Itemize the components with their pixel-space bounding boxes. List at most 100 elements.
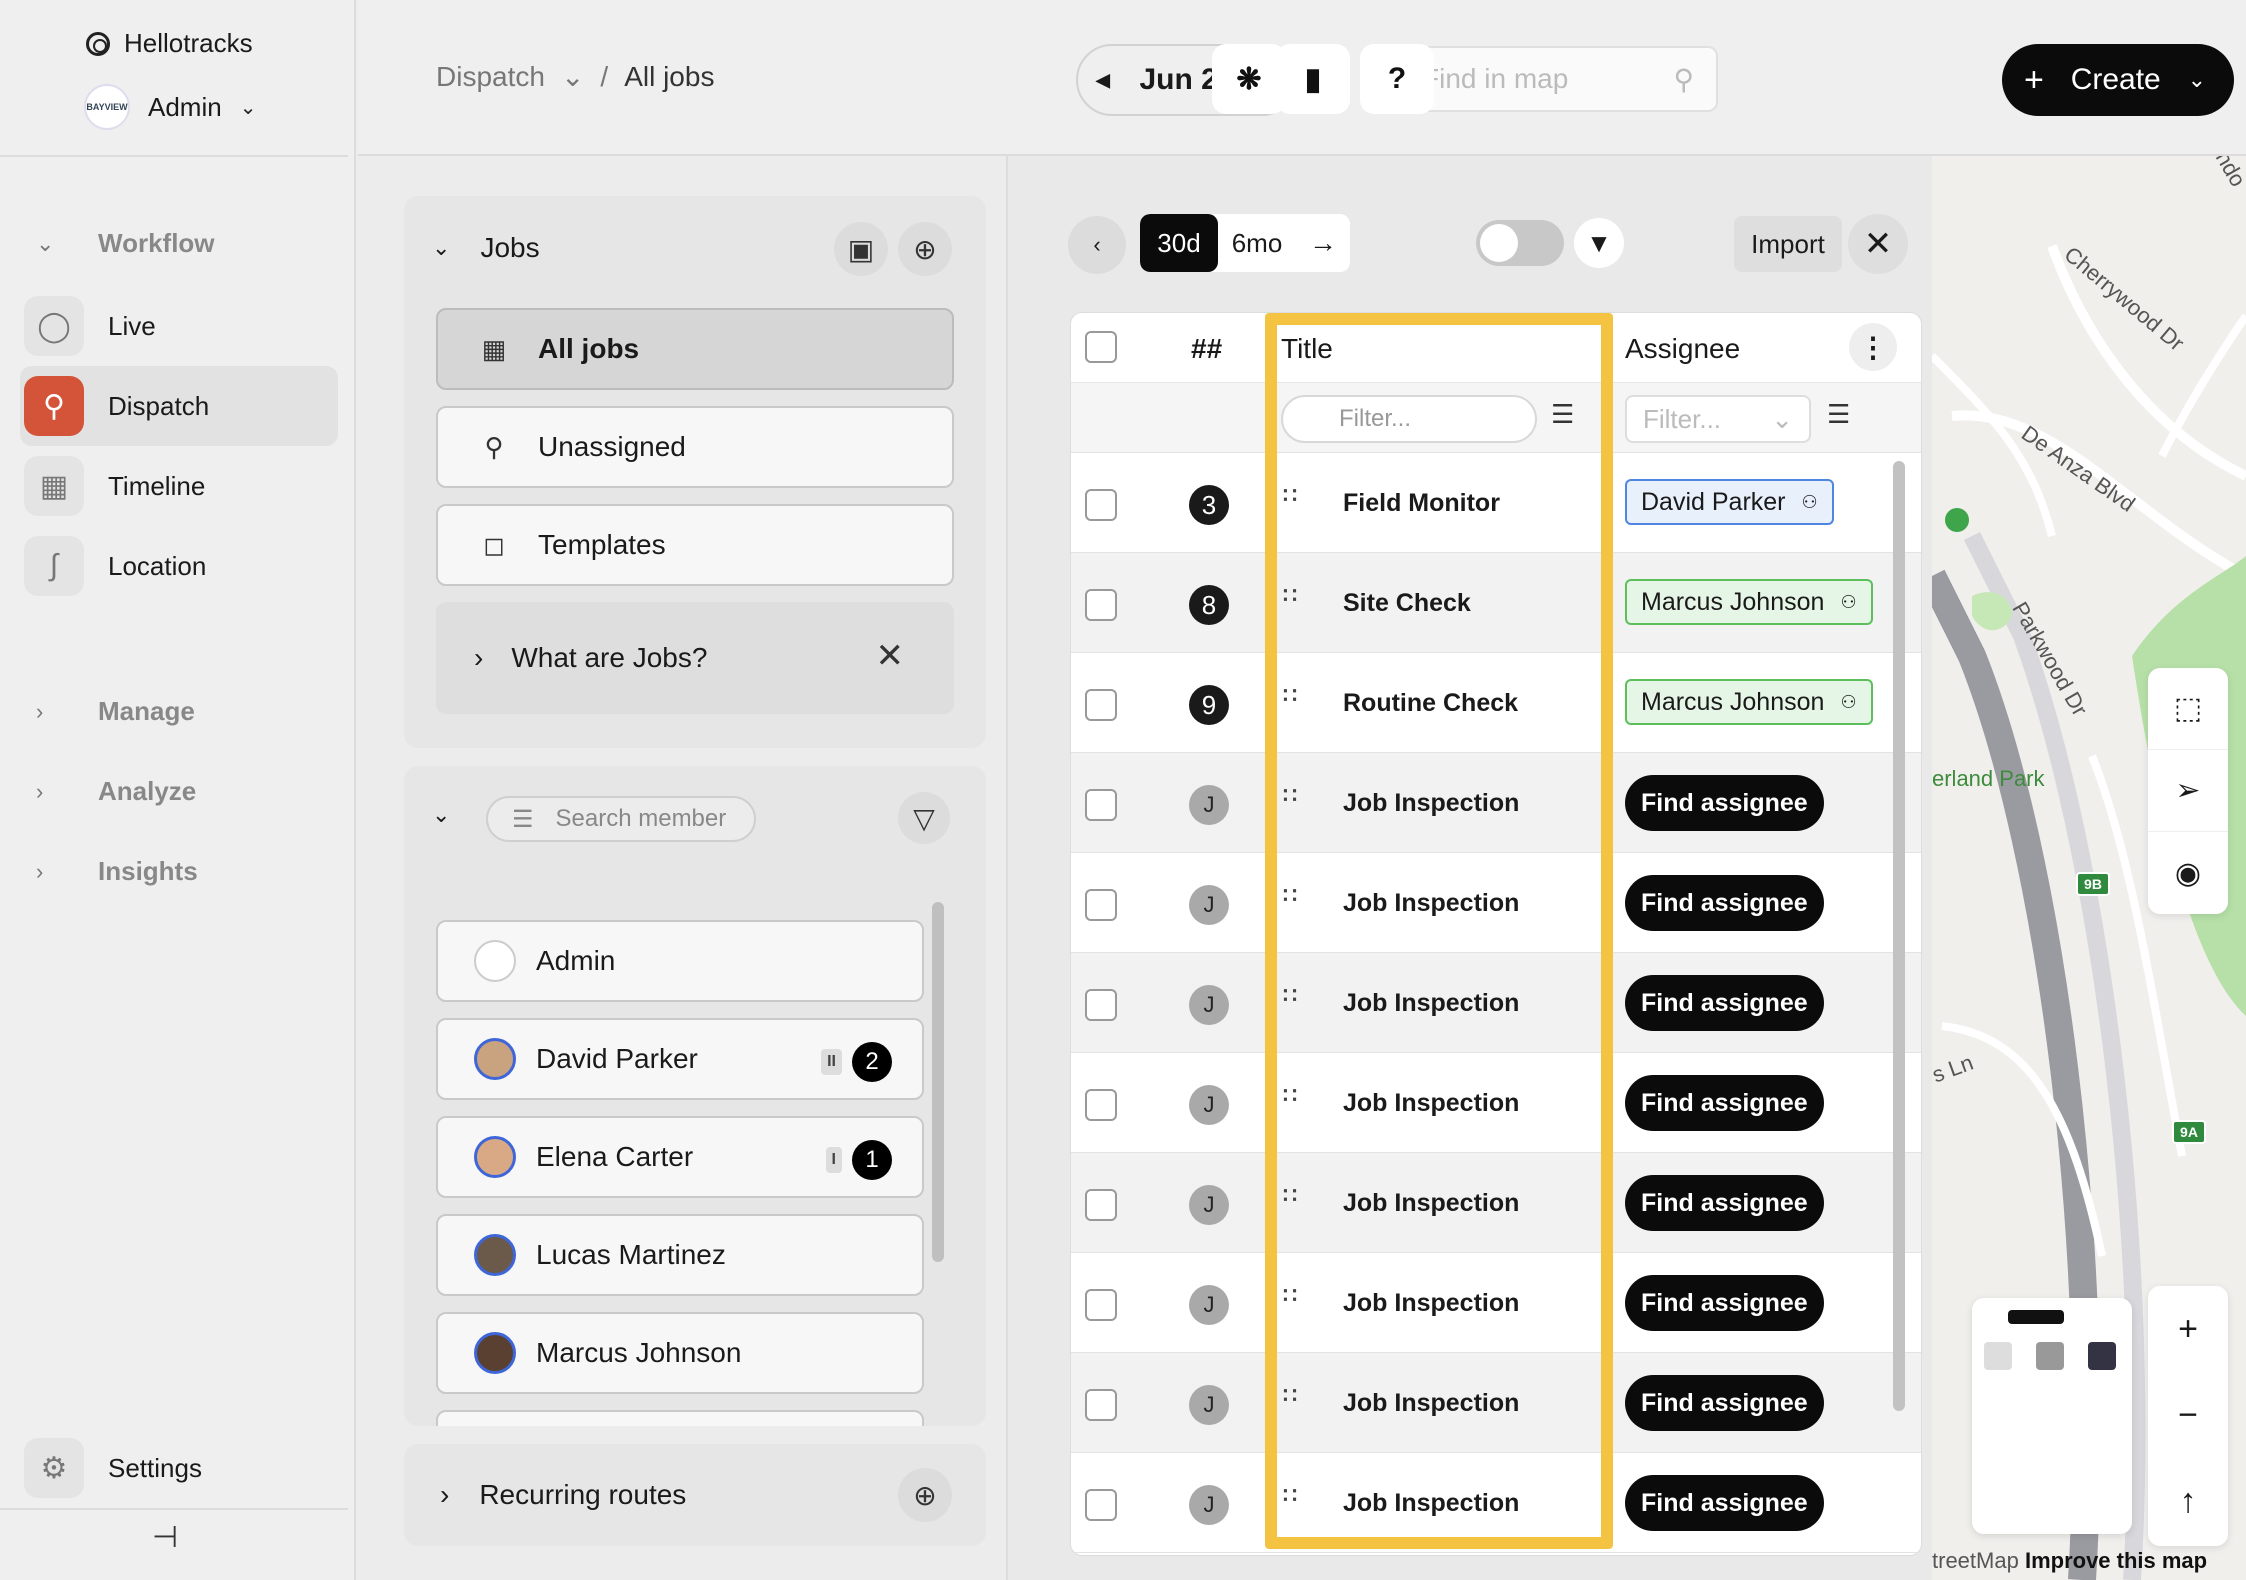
row-checkbox[interactable] <box>1085 489 1117 521</box>
add-recurring-route-button[interactable]: ⊕ <box>898 1468 952 1522</box>
collapse-left-button[interactable]: ‹ <box>1068 216 1126 274</box>
member-marcus-johnson[interactable]: Marcus Johnson <box>436 1312 924 1394</box>
assignee-filter-select[interactable]: Filter... ⌄ <box>1625 395 1811 443</box>
drag-handle-icon[interactable]: ∷ <box>1283 1083 1297 1109</box>
row-checkbox[interactable] <box>1085 689 1117 721</box>
previous-day-icon[interactable]: ◀ <box>1096 70 1110 91</box>
table-row[interactable]: J ∷ Job Inspection Find assignee <box>1071 1153 1921 1253</box>
member-list-scrollbar[interactable] <box>932 902 944 1262</box>
find-assignee-button[interactable]: Find assignee <box>1625 1075 1824 1131</box>
drag-handle-icon[interactable]: ∷ <box>1283 583 1297 609</box>
drag-handle-icon[interactable]: ∷ <box>1283 783 1297 809</box>
column-assignee[interactable]: Assignee <box>1625 333 1740 365</box>
eye-icon[interactable]: ◉ <box>2148 832 2228 914</box>
drag-handle-icon[interactable]: ∷ <box>1283 883 1297 909</box>
row-checkbox[interactable] <box>1085 589 1117 621</box>
pin-sidebar-icon[interactable]: ⊣ <box>152 1520 178 1555</box>
add-job-button[interactable]: ⊕ <box>898 222 952 276</box>
find-assignee-button[interactable]: Find assignee <box>1625 975 1824 1031</box>
section-analyze[interactable]: › Analyze <box>36 776 196 807</box>
assignee-tag[interactable]: David Parker ⚇ <box>1625 479 1834 525</box>
create-button[interactable]: + Create ⌄ <box>2002 44 2234 116</box>
column-number[interactable]: ## <box>1191 333 1222 365</box>
drag-handle-icon[interactable]: ∷ <box>1283 1283 1297 1309</box>
table-row[interactable]: 9 ∷ Routine Check Marcus Johnson ⚇ <box>1071 653 1921 753</box>
view-toggle[interactable] <box>1476 220 1564 266</box>
close-table-button[interactable]: ✕ <box>1848 214 1908 274</box>
improve-map-link[interactable]: Improve this map <box>2025 1548 2207 1573</box>
arrow-right-icon[interactable]: → <box>1296 214 1350 272</box>
find-assignee-button[interactable]: Find assignee <box>1625 1275 1824 1331</box>
member-admin[interactable]: Admin <box>436 920 924 1002</box>
drag-handle-icon[interactable]: ∷ <box>1283 1383 1297 1409</box>
sidebar-item-settings[interactable]: ⚙ Settings <box>20 1428 338 1508</box>
table-row[interactable]: J ∷ Job Inspection Find assignee <box>1071 753 1921 853</box>
table-row[interactable]: J ∷ Job Inspection Find assignee <box>1071 853 1921 953</box>
member-elena-carter[interactable]: Elena Carter I 1 <box>436 1116 924 1198</box>
import-button[interactable]: Import <box>1734 216 1842 272</box>
ai-assistant-button[interactable]: ❋ <box>1212 44 1286 114</box>
row-checkbox[interactable] <box>1085 1489 1117 1521</box>
account-switcher[interactable]: BAYVIEW Admin ⌄ <box>84 84 256 130</box>
scan-button[interactable]: ▣ <box>834 222 888 276</box>
drag-handle-icon[interactable]: ∷ <box>1283 983 1297 1009</box>
row-checkbox[interactable] <box>1085 1189 1117 1221</box>
messages-button[interactable]: ▮ <box>1276 44 1350 114</box>
find-assignee-button[interactable]: Find assignee <box>1625 1175 1824 1231</box>
table-row[interactable]: J ∷ Job Inspection Find assignee <box>1071 1453 1921 1553</box>
member-david-parker[interactable]: David Parker II 2 <box>436 1018 924 1100</box>
section-insights[interactable]: › Insights <box>36 856 198 887</box>
drag-handle-icon[interactable]: ∷ <box>1283 1483 1297 1509</box>
chevron-down-icon[interactable]: ⌄ <box>561 60 584 93</box>
range-30d[interactable]: 30d <box>1140 214 1218 272</box>
search-member-field[interactable]: ☰ Search member <box>486 796 756 842</box>
column-title[interactable]: Title <box>1281 333 1333 365</box>
find-assignee-button[interactable]: Find assignee <box>1625 775 1824 831</box>
drag-handle-icon[interactable]: ∷ <box>1283 1183 1297 1209</box>
table-scrollbar[interactable] <box>1893 461 1905 1411</box>
range-6mo[interactable]: 6mo <box>1218 214 1296 272</box>
table-row[interactable]: 3 ∷ Field Monitor David Parker ⚇ <box>1071 453 1921 553</box>
select-all-checkbox[interactable] <box>1085 331 1117 363</box>
filter-lines-icon[interactable]: ☰ <box>1827 399 1850 430</box>
add-pointer-icon[interactable]: ➢ <box>2148 750 2228 832</box>
compass-button[interactable]: ↑ <box>2148 1458 2228 1544</box>
section-workflow[interactable]: ⌄ Workflow <box>36 228 215 259</box>
find-assignee-button[interactable]: Find assignee <box>1625 875 1824 931</box>
all-jobs-button[interactable]: ▦ All jobs <box>436 308 954 390</box>
sidebar-item-dispatch[interactable]: ⚲ Dispatch <box>20 366 338 446</box>
member-filter-button[interactable]: ▽ <box>898 792 950 844</box>
row-checkbox[interactable] <box>1085 1289 1117 1321</box>
row-checkbox[interactable] <box>1085 989 1117 1021</box>
drag-handle-icon[interactable]: ∷ <box>1283 683 1297 709</box>
map[interactable]: Cherrywood Dr De Anza Blvd Parkwood Dr e… <box>1932 156 2246 1580</box>
row-checkbox[interactable] <box>1085 889 1117 921</box>
table-row[interactable]: J ∷ Job Inspection Find assignee <box>1071 953 1921 1053</box>
drag-handle-icon[interactable]: ∷ <box>1283 483 1297 509</box>
title-filter-input[interactable]: Filter... <box>1281 395 1537 443</box>
what-are-jobs-help[interactable]: › What are Jobs? ✕ <box>436 602 954 714</box>
map-layers-card[interactable] <box>1972 1298 2132 1534</box>
table-row[interactable]: J ∷ Job Inspection Find assignee <box>1071 1253 1921 1353</box>
assignee-tag[interactable]: Marcus Johnson ⚇ <box>1625 579 1873 625</box>
unassigned-button[interactable]: ⚲ Unassigned <box>436 406 954 488</box>
chevron-down-icon[interactable]: ⌄ <box>432 802 450 828</box>
more-options-icon[interactable]: ⋮ <box>1849 323 1897 371</box>
close-icon[interactable]: ✕ <box>876 636 905 676</box>
sidebar-item-location[interactable]: ∫ Location <box>20 526 338 606</box>
row-checkbox[interactable] <box>1085 789 1117 821</box>
sidebar-item-live[interactable]: ◯ Live <box>20 286 338 366</box>
help-button[interactable]: ? <box>1360 44 1434 114</box>
find-assignee-button[interactable]: Find assignee <box>1625 1475 1824 1531</box>
section-manage[interactable]: › Manage <box>36 696 195 727</box>
jobs-panel-header[interactable]: ⌄ Jobs <box>432 232 540 264</box>
zoom-out-button[interactable]: − <box>2148 1372 2228 1458</box>
map-search-input[interactable] <box>1422 63 1662 95</box>
assignee-tag[interactable]: Marcus Johnson ⚇ <box>1625 679 1873 725</box>
find-assignee-button[interactable]: Find assignee <box>1625 1375 1824 1431</box>
row-checkbox[interactable] <box>1085 1389 1117 1421</box>
breadcrumb-parent[interactable]: Dispatch <box>436 61 545 93</box>
lasso-select-icon[interactable]: ⬚ <box>2148 668 2228 750</box>
recurring-routes-panel[interactable]: › Recurring routes ⊕ <box>404 1444 986 1546</box>
table-row[interactable]: 8 ∷ Site Check Marcus Johnson ⚇ <box>1071 553 1921 653</box>
